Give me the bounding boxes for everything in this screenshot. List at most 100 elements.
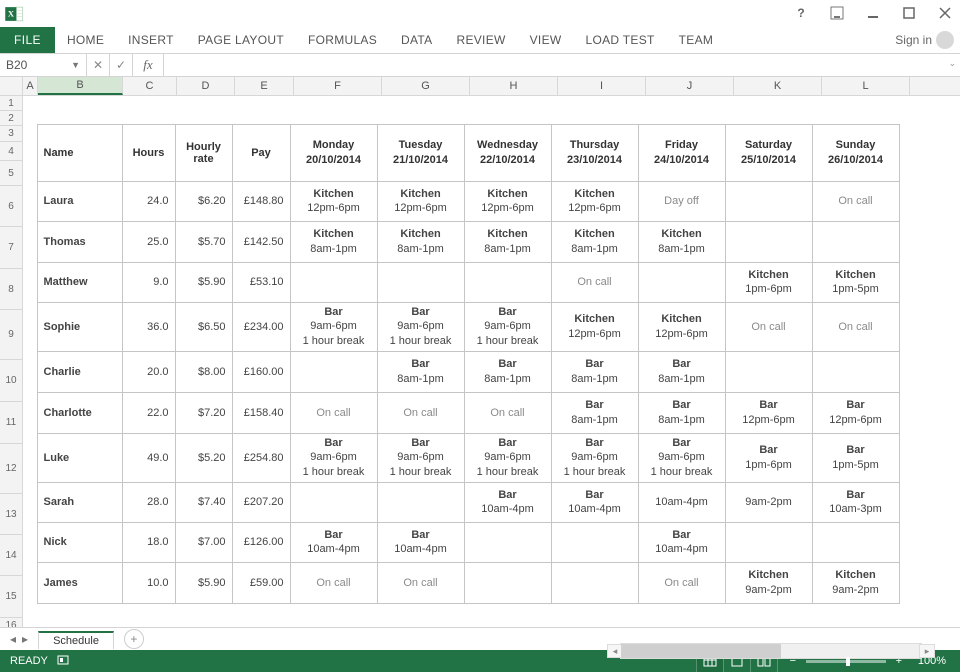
cell[interactable]: 49.0 — [122, 433, 175, 482]
cell[interactable]: On call — [812, 302, 899, 351]
cell[interactable]: Kitchen1pm-5pm — [812, 262, 899, 302]
cell[interactable]: £254.80 — [232, 433, 290, 482]
cell[interactable]: Hourly rate — [175, 124, 232, 181]
cell[interactable]: £59.00 — [232, 562, 290, 603]
cell[interactable] — [812, 221, 899, 262]
column-header-D[interactable]: D — [177, 77, 235, 95]
cell[interactable]: 24.0 — [122, 181, 175, 221]
cell[interactable]: Bar1pm-6pm — [725, 433, 812, 482]
cell[interactable]: On call — [290, 392, 377, 433]
cell[interactable] — [551, 522, 638, 562]
cell[interactable] — [551, 562, 638, 603]
cell[interactable] — [638, 262, 725, 302]
cell[interactable]: On call — [290, 562, 377, 603]
cell[interactable]: On call — [638, 562, 725, 603]
cell[interactable]: $6.50 — [175, 302, 232, 351]
cell[interactable]: Kitchen12pm-6pm — [638, 302, 725, 351]
cell[interactable]: Charlie — [37, 351, 122, 392]
cell[interactable]: $7.00 — [175, 522, 232, 562]
column-header-F[interactable]: F — [294, 77, 382, 95]
cell[interactable]: Monday20/10/2014 — [290, 124, 377, 181]
grid[interactable]: 12345678910111213141516 NameHoursHourly … — [0, 96, 960, 627]
confirm-edit-button[interactable]: ✓ — [110, 54, 133, 76]
cell[interactable]: Name — [37, 124, 122, 181]
cell[interactable]: On call — [725, 302, 812, 351]
cell[interactable]: £148.80 — [232, 181, 290, 221]
column-header-C[interactable]: C — [123, 77, 177, 95]
cell[interactable]: Wednesday22/10/2014 — [464, 124, 551, 181]
cell[interactable] — [725, 221, 812, 262]
cell[interactable]: £158.40 — [232, 392, 290, 433]
cell[interactable]: Kitchen9am-2pm — [812, 562, 899, 603]
ribbon-tab-insert[interactable]: INSERT — [116, 27, 186, 53]
cell[interactable]: £53.10 — [232, 262, 290, 302]
cell[interactable] — [377, 262, 464, 302]
cell[interactable]: $5.70 — [175, 221, 232, 262]
cell[interactable]: $5.90 — [175, 262, 232, 302]
cell[interactable]: Kitchen1pm-6pm — [725, 262, 812, 302]
row-header-3[interactable]: 3 — [0, 126, 22, 142]
cell[interactable]: £207.20 — [232, 482, 290, 522]
cell[interactable]: Bar8am-1pm — [638, 392, 725, 433]
row-header-11[interactable]: 11 — [0, 402, 22, 444]
macro-record-icon[interactable] — [56, 653, 70, 670]
cell[interactable]: On call — [464, 392, 551, 433]
cell[interactable]: Luke — [37, 433, 122, 482]
ribbon-tab-team[interactable]: TEAM — [667, 27, 726, 53]
cell[interactable]: Sarah — [37, 482, 122, 522]
cell[interactable]: Kitchen12pm-6pm — [377, 181, 464, 221]
cell[interactable]: 10.0 — [122, 562, 175, 603]
cell[interactable]: Bar9am-6pm1 hour break — [464, 302, 551, 351]
cell[interactable] — [812, 522, 899, 562]
cell[interactable]: $7.40 — [175, 482, 232, 522]
cell[interactable]: Laura — [37, 181, 122, 221]
cell[interactable] — [290, 262, 377, 302]
cell[interactable]: Pay — [232, 124, 290, 181]
expand-formula-bar-icon[interactable]: ⌄ — [948, 58, 956, 69]
cell[interactable] — [464, 562, 551, 603]
cell[interactable]: 22.0 — [122, 392, 175, 433]
cell[interactable] — [23, 351, 37, 392]
cell[interactable]: £142.50 — [232, 221, 290, 262]
cell[interactable] — [23, 302, 37, 351]
cell[interactable]: On call — [812, 181, 899, 221]
cell[interactable]: $5.90 — [175, 562, 232, 603]
cell[interactable]: Thomas — [37, 221, 122, 262]
row-header-12[interactable]: 12 — [0, 444, 22, 494]
sheet-nav-prev[interactable]: ◂ — [10, 632, 16, 646]
cell[interactable]: 18.0 — [122, 522, 175, 562]
cell[interactable]: Day off — [638, 181, 725, 221]
cell[interactable]: Kitchen8am-1pm — [551, 221, 638, 262]
column-header-K[interactable]: K — [734, 77, 822, 95]
cell[interactable]: Charlotte — [37, 392, 122, 433]
formula-input[interactable]: ⌄ — [164, 54, 960, 76]
cell[interactable]: Sophie — [37, 302, 122, 351]
cell[interactable] — [23, 392, 37, 433]
cell[interactable]: Bar12pm-6pm — [812, 392, 899, 433]
row-header-16[interactable]: 16 — [0, 618, 22, 627]
cell[interactable]: Hours — [122, 124, 175, 181]
cell[interactable] — [725, 351, 812, 392]
cell[interactable]: Kitchen8am-1pm — [290, 221, 377, 262]
cell[interactable]: Kitchen12pm-6pm — [464, 181, 551, 221]
column-header-G[interactable]: G — [382, 77, 470, 95]
cell[interactable]: Kitchen8am-1pm — [638, 221, 725, 262]
cancel-edit-button[interactable]: ✕ — [87, 54, 110, 76]
row-header-6[interactable]: 6 — [0, 186, 22, 227]
cell[interactable]: Bar10am-4pm — [638, 522, 725, 562]
maximize-button[interactable] — [900, 4, 918, 22]
cell[interactable]: Bar9am-6pm1 hour break — [377, 433, 464, 482]
zoom-slider[interactable] — [806, 660, 886, 663]
cell[interactable]: Kitchen8am-1pm — [377, 221, 464, 262]
cell[interactable]: Bar8am-1pm — [638, 351, 725, 392]
cell[interactable] — [290, 482, 377, 522]
cell[interactable] — [23, 221, 37, 262]
cell[interactable]: Bar8am-1pm — [551, 351, 638, 392]
help-button[interactable]: ? — [792, 4, 810, 22]
cell[interactable] — [23, 522, 37, 562]
column-header-A[interactable]: A — [23, 77, 38, 95]
cell[interactable] — [377, 482, 464, 522]
row-header-1[interactable]: 1 — [0, 96, 22, 111]
cell[interactable]: $6.20 — [175, 181, 232, 221]
scroll-thumb[interactable] — [621, 644, 781, 658]
